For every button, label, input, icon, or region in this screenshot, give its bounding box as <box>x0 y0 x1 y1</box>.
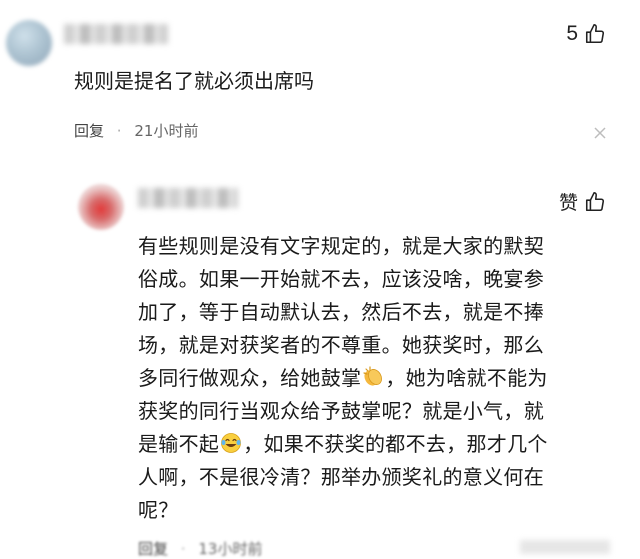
tears-of-joy-emoji <box>220 431 242 453</box>
reply-line-segment: 多同行做观众，给她鼓掌 <box>138 366 362 390</box>
reply-time: 13小时前 <box>198 540 263 558</box>
blurred-actions <box>520 540 610 554</box>
reply-line: 是输不起 ，如果不获奖的都不去，那才几个 <box>138 428 612 461</box>
reply-reply-link[interactable]: 回复 <box>138 540 168 558</box>
comment-time: 21小时前 <box>134 122 199 140</box>
reply-line: 俗成。如果一开始就不去，应该没啥，晚宴参 <box>138 267 544 291</box>
separator-dot: · <box>116 122 122 140</box>
thumbs-up-icon <box>584 191 606 213</box>
comment-meta: 回复 · 21小时前 <box>74 121 198 141</box>
separator-dot: · <box>180 540 186 558</box>
reply-meta: 回复 · 13小时前 <box>138 538 262 559</box>
commenter-avatar[interactable] <box>6 20 52 66</box>
reply-line: 多同行做观众，给她鼓掌 ，她为啥就不能为 <box>138 362 612 395</box>
close-icon[interactable] <box>594 124 606 143</box>
reply-line: 呢？ <box>138 498 179 522</box>
commenter-name-blurred[interactable] <box>64 24 168 44</box>
reply-like-button[interactable]: 赞 <box>559 188 606 215</box>
replier-avatar[interactable] <box>78 184 124 230</box>
reply-line: 获奖的同行当观众给予鼓掌呢？就是小气，就 <box>138 399 544 423</box>
reply-line-segment: ，她为啥就不能为 <box>385 366 548 390</box>
reply-line: 有些规则是没有文字规定的，就是大家的默契 <box>138 234 544 258</box>
reply-line: 加了，等于自动默认去，然后不去，就是不捧 <box>138 300 544 324</box>
reply-line: 人啊，不是很冷清？那举办颁奖礼的意义何在 <box>138 465 544 489</box>
clapping-hands-emoji <box>362 365 384 387</box>
comment-text: 规则是提名了就必须出席吗 <box>74 69 314 93</box>
comment-like-button[interactable]: 5 <box>566 22 606 46</box>
reply-text: 有些规则是没有文字规定的，就是大家的默契 俗成。如果一开始就不去，应该没啥，晚宴… <box>138 230 612 527</box>
reply-line-segment: ，如果不获奖的都不去，那才几个 <box>243 432 548 456</box>
reply-line-segment: 是输不起 <box>138 432 220 456</box>
comment-reply-link[interactable]: 回复 <box>74 122 104 140</box>
thumbs-up-icon <box>584 23 606 45</box>
comment-like-count: 5 <box>566 22 578 45</box>
replier-name-blurred[interactable] <box>138 188 238 208</box>
reply-like-label: 赞 <box>558 192 578 214</box>
reply-line: 场，就是对获奖者的不尊重。她获奖时，那么 <box>138 333 544 357</box>
